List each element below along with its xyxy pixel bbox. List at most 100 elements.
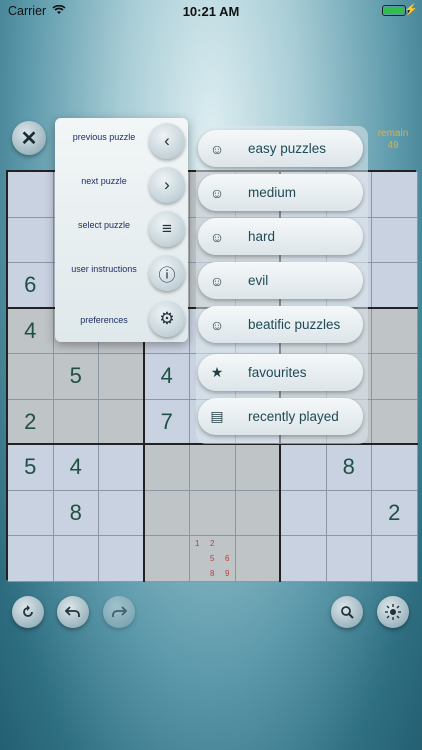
sudoku-cell[interactable] xyxy=(8,354,54,400)
next-puzzle-label[interactable]: next puzzle xyxy=(61,176,147,187)
pill-label: hard xyxy=(248,229,276,244)
sudoku-cell[interactable] xyxy=(326,536,372,582)
sudoku-cell[interactable] xyxy=(281,490,327,536)
chevron-left-icon[interactable]: ‹ xyxy=(149,123,185,159)
sudoku-cell[interactable] xyxy=(235,536,281,582)
sudoku-cell[interactable] xyxy=(8,490,54,536)
favourites-button[interactable]: ★ favourites xyxy=(198,354,363,391)
previous-puzzle-label[interactable]: previous puzzle xyxy=(61,132,147,143)
sudoku-cell[interactable] xyxy=(372,445,418,491)
sudoku-cell[interactable] xyxy=(190,445,236,491)
sudoku-cell[interactable] xyxy=(372,308,418,354)
pill-label: beatific puzzles xyxy=(248,317,341,332)
remain-value: 49 xyxy=(387,140,399,151)
close-icon: ✕ xyxy=(20,127,38,150)
list-icon[interactable]: ≡ xyxy=(149,211,185,247)
brightness-button[interactable] xyxy=(377,596,409,628)
user-instructions-label[interactable]: user instructions xyxy=(61,264,147,275)
sudoku-cell[interactable]: 2 xyxy=(8,399,54,445)
close-button[interactable]: ✕ xyxy=(12,121,46,155)
pencil-note: 1 xyxy=(195,539,200,548)
beatific-puzzles-button[interactable]: ☺ beatific puzzles xyxy=(198,306,363,343)
redo-icon xyxy=(112,606,127,617)
list-document-icon: ▤ xyxy=(210,408,224,424)
sudoku-cell[interactable] xyxy=(8,536,54,582)
restart-button[interactable] xyxy=(12,596,44,628)
remain-label: remain xyxy=(377,128,409,139)
sudoku-cell[interactable]: 6 xyxy=(8,263,54,309)
hard-button[interactable]: ☺ hard xyxy=(198,218,363,255)
easy-puzzles-button[interactable]: ☺ easy puzzles xyxy=(198,130,363,167)
sudoku-cell[interactable] xyxy=(372,354,418,400)
sudoku-cell[interactable]: 5 xyxy=(53,354,99,400)
sudoku-cell[interactable] xyxy=(99,445,145,491)
sudoku-cell[interactable] xyxy=(99,536,145,582)
remain-counter: remain 49 xyxy=(370,128,416,152)
sudoku-cell[interactable]: 2 xyxy=(372,490,418,536)
sudoku-cell[interactable]: 4 xyxy=(8,308,54,354)
sudoku-cell[interactable] xyxy=(372,536,418,582)
pill-label: evil xyxy=(248,273,269,288)
recently-played-button[interactable]: ▤ recently played xyxy=(198,398,363,435)
star-icon: ★ xyxy=(210,364,224,380)
info-icon[interactable]: ⓘ xyxy=(149,255,185,291)
sudoku-cell[interactable]: 4 xyxy=(53,445,99,491)
sudoku-cell[interactable] xyxy=(144,536,190,582)
wink-face-icon: ☺ xyxy=(209,228,225,245)
sudoku-cell[interactable] xyxy=(372,172,418,218)
select-puzzle-label[interactable]: select puzzle xyxy=(61,220,147,231)
sudoku-cell[interactable] xyxy=(8,172,54,218)
angel-face-icon: ☺ xyxy=(209,316,225,333)
pencil-note: 5 xyxy=(210,554,215,563)
pencil-note: 9 xyxy=(225,569,230,578)
sudoku-cell[interactable] xyxy=(281,445,327,491)
sudoku-cell[interactable] xyxy=(99,399,145,445)
preferences-label[interactable]: preferences xyxy=(61,315,147,326)
pill-label: medium xyxy=(248,185,297,200)
sudoku-cell[interactable] xyxy=(99,354,145,400)
devil-face-icon: ☺ xyxy=(209,272,225,289)
pencil-note: 8 xyxy=(210,569,215,578)
sudoku-cell[interactable]: 5 xyxy=(8,445,54,491)
sudoku-cell[interactable] xyxy=(372,399,418,445)
battery-icon xyxy=(382,5,406,16)
pill-label: recently played xyxy=(248,409,339,424)
sudoku-cell[interactable]: 8 xyxy=(326,445,372,491)
clock: 10:21 AM xyxy=(182,4,240,19)
chevron-right-icon[interactable]: › xyxy=(149,167,185,203)
search-icon xyxy=(341,606,354,619)
sudoku-cell[interactable] xyxy=(235,445,281,491)
sudoku-cell[interactable]: 7 xyxy=(144,399,190,445)
redo-button[interactable] xyxy=(103,596,135,628)
sudoku-cell[interactable]: 4 xyxy=(144,354,190,400)
restart-icon xyxy=(23,605,33,617)
pencil-note: 6 xyxy=(225,554,230,563)
sudoku-cell[interactable] xyxy=(372,263,418,309)
undo-button[interactable] xyxy=(57,596,89,628)
search-button[interactable] xyxy=(331,596,363,628)
medium-button[interactable]: ☺ medium xyxy=(198,174,363,211)
neutral-face-icon: ☺ xyxy=(209,184,225,201)
undo-icon xyxy=(65,606,80,617)
sudoku-cell[interactable] xyxy=(372,217,418,263)
sudoku-cell[interactable] xyxy=(190,490,236,536)
pill-label: favourites xyxy=(248,365,307,380)
sudoku-cell[interactable]: 8 xyxy=(53,490,99,536)
sudoku-cell[interactable] xyxy=(144,490,190,536)
sudoku-cell[interactable] xyxy=(53,536,99,582)
sudoku-cell[interactable] xyxy=(235,490,281,536)
charging-icon: ⚡ xyxy=(404,4,418,16)
sudoku-cell[interactable] xyxy=(281,536,327,582)
sudoku-cell[interactable] xyxy=(53,399,99,445)
status-bar: Carrier 10:21 AM ⚡ xyxy=(0,0,422,22)
sudoku-cell[interactable] xyxy=(8,217,54,263)
sudoku-cell[interactable] xyxy=(326,490,372,536)
brightness-icon xyxy=(385,604,401,620)
pencil-note: 2 xyxy=(210,539,215,548)
gear-icon[interactable]: ⚙ xyxy=(149,301,185,337)
pill-label: easy puzzles xyxy=(248,141,327,156)
sudoku-cell[interactable] xyxy=(144,445,190,491)
sudoku-cell[interactable] xyxy=(99,490,145,536)
smile-icon: ☺ xyxy=(209,140,225,157)
evil-button[interactable]: ☺ evil xyxy=(198,262,363,299)
